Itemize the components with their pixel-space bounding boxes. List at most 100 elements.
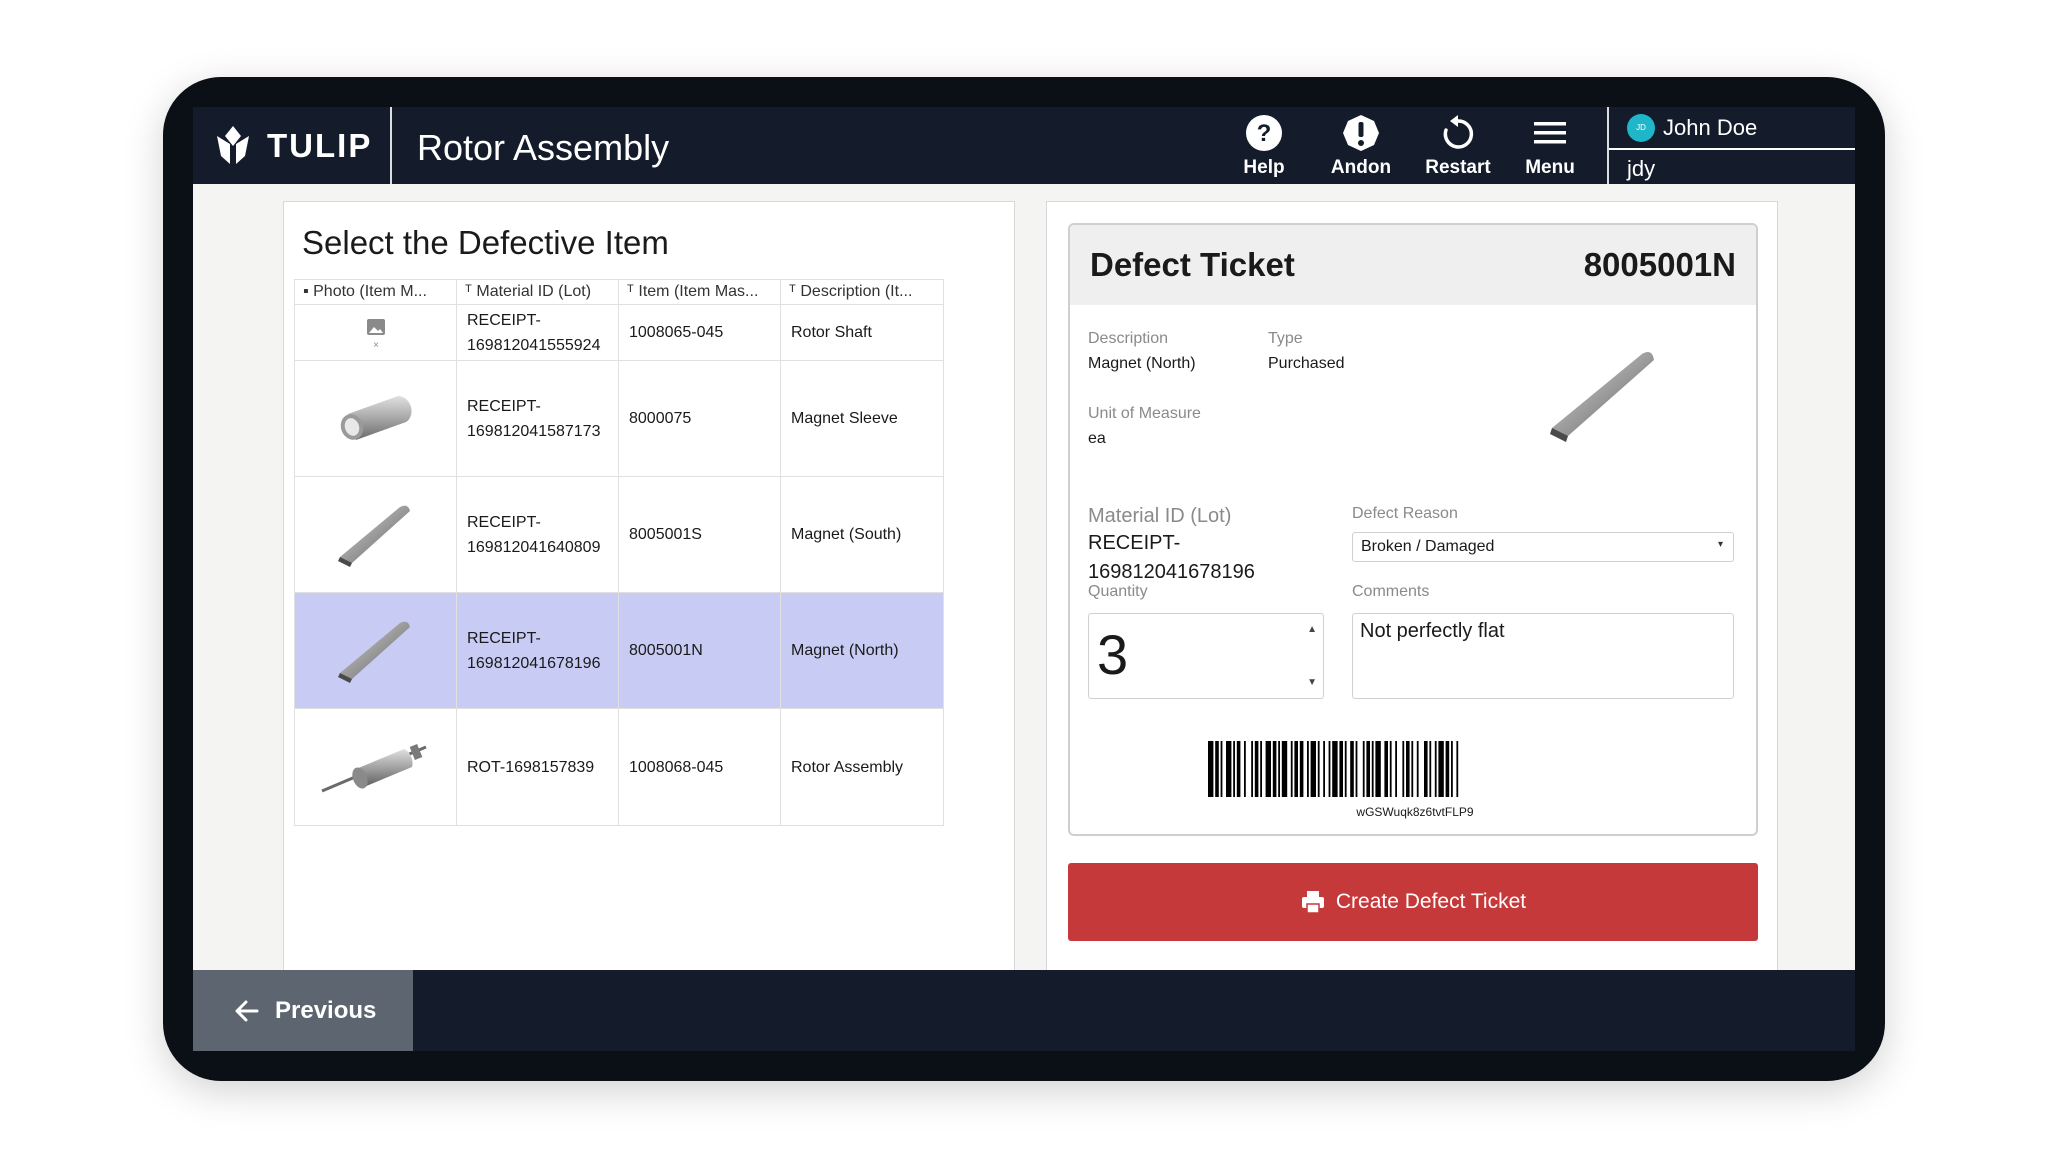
- table-row[interactable]: ROT-1698157839 1008068-045 Rotor Assembl…: [295, 709, 943, 825]
- magnet-sleeve-image: [340, 395, 412, 440]
- user-name: John Doe: [1663, 114, 1758, 140]
- barcode-bar: [1323, 741, 1325, 797]
- printer-icon: [1301, 891, 1324, 914]
- footer-bar: Previous: [193, 970, 1855, 1051]
- description-cell: Magnet Sleeve: [791, 410, 898, 427]
- material-cell: RECEIPT- 169812041640809: [457, 477, 619, 592]
- description-value: Magnet (North): [1088, 355, 1196, 372]
- barcode-bar: [1215, 741, 1219, 797]
- svg-text:×: ×: [373, 340, 379, 351]
- table-header: ▪ Photo (Item M... ᵀ Material ID (Lot) ᵀ…: [295, 280, 943, 305]
- table-row[interactable]: RECEIPT- 169812041640809 8005001S Magnet …: [295, 477, 943, 593]
- barcode-bar: [1389, 741, 1392, 797]
- photo-cell: [295, 593, 457, 708]
- comments-field[interactable]: Not perfectly flat: [1352, 613, 1734, 699]
- image-type-icon: ▪: [303, 283, 314, 300]
- previous-button[interactable]: Previous: [193, 970, 413, 1051]
- column-header-item[interactable]: ᵀ Item (Item Mas...: [619, 280, 781, 304]
- magnet-south-image: [337, 505, 410, 567]
- barcode-bar: [1451, 741, 1453, 797]
- andon-button[interactable]: Andon: [1320, 113, 1402, 181]
- user-row: JD John Doe: [1609, 107, 1855, 150]
- ticket-number: 8005001N: [1583, 246, 1736, 283]
- description-cell: Rotor Shaft: [791, 324, 872, 341]
- column-photo-label: Photo (Item M...: [313, 283, 427, 300]
- item-cell: 1008068-045: [619, 709, 781, 825]
- barcode-bar: [1244, 741, 1246, 797]
- decrement-icon[interactable]: ▼: [1307, 677, 1317, 688]
- barcode-bar: [1371, 741, 1374, 797]
- barcode-bar: [1344, 741, 1347, 797]
- help-button[interactable]: ? Help: [1223, 113, 1305, 181]
- quantity-label: Quantity: [1088, 583, 1148, 600]
- barcode-bar: [1424, 741, 1428, 797]
- type-label: Type: [1268, 330, 1303, 347]
- menu-label: Menu: [1525, 157, 1575, 178]
- image-placeholder-icon: ×: [366, 318, 385, 351]
- avatar: JD: [1627, 113, 1655, 142]
- menu-icon: [1534, 122, 1566, 144]
- material-id-label: Material ID (Lot): [1088, 505, 1232, 527]
- arrow-left-icon: [235, 1000, 259, 1021]
- barcode-bar: [1362, 741, 1365, 797]
- photo-cell: [295, 709, 457, 825]
- uom-value: ea: [1088, 430, 1106, 447]
- column-description-label: Description (It...: [800, 283, 913, 300]
- logo-text: TULIP: [267, 127, 373, 164]
- barcode-bar: [1384, 741, 1388, 797]
- column-header-photo[interactable]: ▪ Photo (Item M...: [295, 280, 457, 304]
- barcode-bar: [1307, 741, 1309, 797]
- magnet-product-image: [1550, 352, 1654, 442]
- restart-button[interactable]: Restart: [1417, 113, 1499, 181]
- defect-reason-select[interactable]: Broken / Damaged ▾: [1352, 532, 1734, 562]
- text-type-icon: ᵀ: [789, 283, 801, 300]
- text-type-icon: ᵀ: [465, 283, 477, 300]
- barcode-bar: [1434, 741, 1437, 797]
- andon-label: Andon: [1330, 157, 1392, 178]
- barcode-bar: [1310, 741, 1316, 797]
- table-row[interactable]: × RECEIPT- 169812041555924 1008065-045 Ro…: [295, 305, 943, 361]
- create-defect-ticket-button[interactable]: Create Defect Ticket: [1068, 863, 1758, 941]
- ticket-header: Defect Ticket 8005001N: [1070, 225, 1756, 305]
- app-screen: TULIP Rotor Assembly ? Help Andon Restar…: [193, 107, 1855, 1051]
- tulip-logo: TULIP: [213, 121, 372, 171]
- quantity-stepper[interactable]: 3 ▲ ▼: [1088, 613, 1324, 699]
- item-cell: 8005001S: [619, 477, 781, 592]
- table-row-selected[interactable]: RECEIPT- 169812041678196 8005001N Magnet …: [295, 593, 943, 709]
- barcode-text: wGSWuqk8z6tvtFLP9: [1356, 805, 1474, 819]
- tablet-frame: TULIP Rotor Assembly ? Help Andon Restar…: [163, 77, 1885, 1081]
- column-header-material[interactable]: ᵀ Material ID (Lot): [457, 280, 619, 304]
- text-type-icon: ᵀ: [627, 283, 639, 300]
- photo-cell: ×: [295, 305, 457, 360]
- barcode-bar: [1456, 741, 1459, 797]
- barcode-bar: [1290, 741, 1293, 797]
- ticket-title: Defect Ticket: [1090, 246, 1295, 283]
- comments-label: Comments: [1352, 583, 1430, 600]
- barcode-bar: [1438, 741, 1444, 797]
- increment-icon[interactable]: ▲: [1307, 624, 1317, 635]
- app-title: Rotor Assembly: [417, 127, 670, 168]
- item-cell: 8000075: [619, 361, 781, 476]
- barcode-bar: [1265, 741, 1271, 797]
- type-value: Purchased: [1268, 355, 1345, 372]
- barcode-bar: [1429, 741, 1432, 797]
- item-cell: 1008065-045: [619, 305, 781, 360]
- barcode-bar: [1350, 741, 1354, 797]
- menu-button[interactable]: Menu: [1509, 113, 1591, 181]
- uom-label: Unit of Measure: [1088, 405, 1201, 422]
- create-button-label: Create Defect Ticket: [1335, 890, 1527, 913]
- help-label: Help: [1243, 157, 1285, 178]
- material-cell: ROT-1698157839: [457, 709, 619, 825]
- chevron-down-icon: ▾: [1717, 539, 1723, 550]
- table-row[interactable]: RECEIPT- 169812041587173 8000075 Magnet S…: [295, 361, 943, 477]
- barcode-bar: [1208, 741, 1214, 797]
- user-info[interactable]: JD John Doe jdy: [1609, 107, 1855, 184]
- barcode-bar: [1220, 741, 1223, 797]
- material-cell: RECEIPT- 169812041678196: [457, 593, 619, 708]
- description-cell: Magnet (South): [791, 526, 902, 543]
- barcode-bar: [1375, 741, 1381, 797]
- column-header-description[interactable]: ᵀ Description (It...: [781, 280, 943, 304]
- item-select-panel: Select the Defective Item ▪ Photo (Item …: [283, 201, 1015, 973]
- material-id-value: RECEIPT- 169812041678196: [1088, 532, 1255, 583]
- item-cell: 8005001N: [619, 593, 781, 708]
